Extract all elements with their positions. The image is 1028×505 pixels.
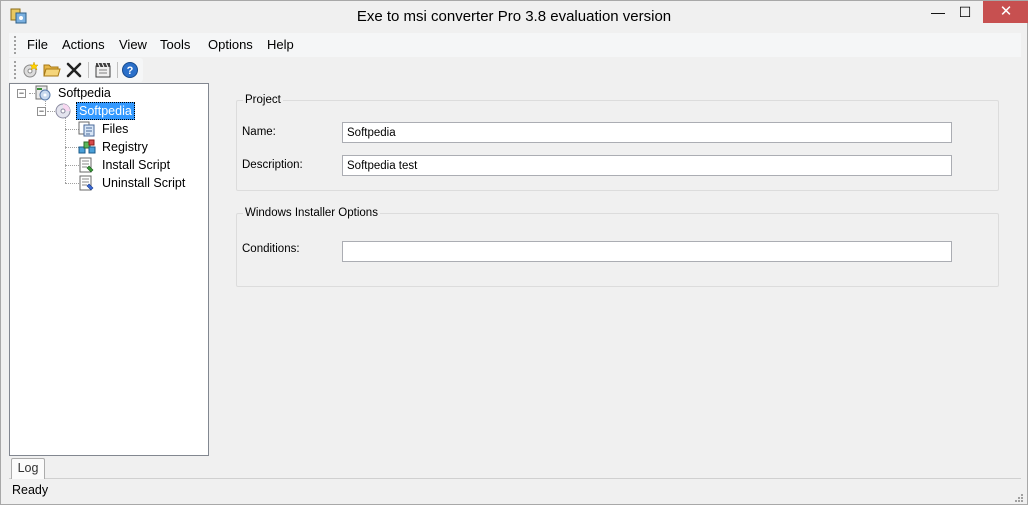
tree-connector — [65, 183, 79, 184]
tree-connector — [65, 165, 79, 166]
tree-connector — [65, 129, 79, 130]
svg-text:?: ? — [127, 65, 134, 77]
project-group-title: Project — [243, 94, 283, 106]
tree-node-registry[interactable]: Registry — [78, 138, 150, 156]
menu-tools[interactable]: Tools — [160, 37, 190, 52]
menu-bar: File Actions View Tools Options Help — [9, 33, 1021, 57]
menu-actions[interactable]: Actions — [62, 37, 105, 52]
tree-node-install-script[interactable]: Install Script — [78, 156, 172, 174]
toolbar-grip[interactable] — [14, 61, 16, 79]
status-bar: Ready — [1, 480, 1027, 504]
tree-connector — [65, 117, 66, 183]
title-bar[interactable]: Exe to msi converter Pro 3.8 evaluation … — [1, 1, 1028, 32]
collapse-toggle[interactable]: − — [37, 107, 46, 116]
tree-node-label: Softpedia — [58, 86, 111, 100]
log-tab-strip: Log — [9, 457, 1021, 479]
installer-options-groupbox: Windows Installer Options Conditions: — [236, 207, 999, 287]
collapse-toggle[interactable]: − — [17, 89, 26, 98]
new-project-icon[interactable] — [20, 60, 40, 80]
description-field[interactable] — [342, 155, 952, 176]
tree-node-label: Uninstall Script — [102, 176, 186, 190]
install-script-icon — [78, 157, 96, 173]
disc-icon — [54, 103, 72, 119]
menu-options[interactable]: Options — [208, 37, 253, 52]
toolbar: ? — [9, 58, 143, 82]
menu-view[interactable]: View — [119, 37, 147, 52]
tree-node-label: Registry — [102, 140, 148, 154]
installer-icon — [34, 85, 52, 101]
project-groupbox: Project Name: Description: — [236, 94, 999, 191]
tab-log[interactable]: Log — [11, 458, 45, 479]
resize-grip-icon[interactable] — [1013, 491, 1023, 502]
menu-help[interactable]: Help — [267, 37, 294, 52]
files-icon — [78, 121, 96, 137]
project-tree[interactable]: − Softpedia − Softpedia Files Registry I… — [9, 83, 209, 456]
tree-node-root[interactable]: Softpedia — [34, 84, 113, 102]
tree-connector — [65, 147, 79, 148]
close-button[interactable]: ✕ — [983, 1, 1028, 23]
registry-icon — [78, 139, 96, 155]
app-window: Exe to msi converter Pro 3.8 evaluation … — [0, 0, 1028, 505]
status-text: Ready — [12, 483, 49, 497]
build-icon[interactable] — [93, 60, 113, 80]
menu-grip[interactable] — [14, 36, 16, 54]
properties-panel: Project Name: Description: Windows Insta… — [214, 83, 1023, 456]
name-label: Name: — [242, 126, 276, 138]
tree-node-label: Softpedia — [76, 102, 135, 120]
conditions-label: Conditions: — [242, 243, 300, 255]
delete-icon[interactable] — [64, 60, 84, 80]
description-label: Description: — [242, 159, 303, 171]
menu-file[interactable]: File — [27, 37, 48, 52]
tree-node-uninstall-script[interactable]: Uninstall Script — [78, 174, 187, 192]
name-field[interactable] — [342, 122, 952, 143]
uninstall-script-icon — [78, 175, 96, 191]
tree-node-label: Install Script — [102, 158, 171, 172]
window-title: Exe to msi converter Pro 3.8 evaluation … — [356, 8, 672, 25]
tree-node-files[interactable]: Files — [78, 120, 130, 138]
installer-group-title: Windows Installer Options — [243, 207, 380, 219]
tree-node-label: Files — [102, 122, 129, 136]
open-folder-icon[interactable] — [42, 60, 62, 80]
toolbar-separator — [117, 62, 118, 78]
conditions-field[interactable] — [342, 241, 952, 262]
tree-node-project[interactable]: Softpedia — [54, 102, 135, 120]
help-icon[interactable]: ? — [120, 60, 140, 80]
toolbar-separator — [88, 62, 89, 78]
maximize-button[interactable]: ☐ — [948, 1, 982, 23]
